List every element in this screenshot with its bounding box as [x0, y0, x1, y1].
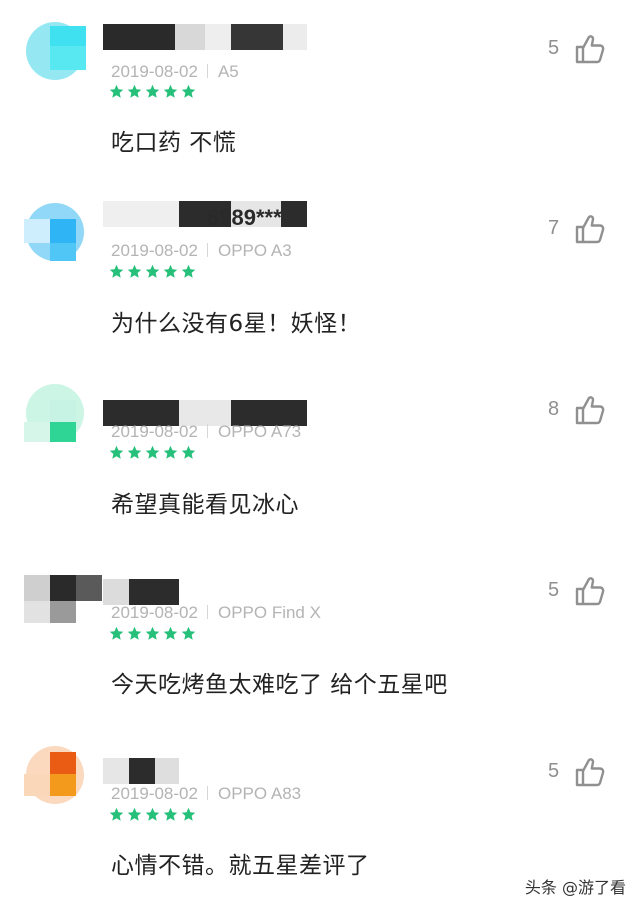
star-icon	[127, 626, 142, 640]
device-name: A5	[217, 62, 239, 81]
thumbs-up-icon[interactable]	[574, 213, 606, 245]
username-redacted	[103, 579, 179, 605]
star-icon	[109, 626, 124, 640]
like-count: 7	[548, 217, 560, 239]
avatar[interactable]	[24, 380, 102, 442]
thumbs-up-icon[interactable]	[574, 394, 606, 426]
username-redacted: 6989***	[103, 201, 307, 230]
like-button[interactable]: 5	[548, 575, 618, 609]
star-icon	[163, 807, 178, 821]
star-rating	[109, 264, 196, 279]
review-text: 今天吃烤鱼太难吃了 给个五星吧	[111, 672, 448, 698]
star-icon	[145, 626, 160, 640]
review-text: 希望真能看见冰心	[111, 492, 299, 518]
review-item: 2019-08-02 OPPO A73 希望真能看见冰心 8	[0, 362, 640, 543]
star-icon	[127, 264, 142, 278]
device-name: OPPO A83	[217, 784, 302, 803]
review-meta: 2019-08-02 OPPO A83	[111, 784, 301, 804]
divider	[206, 243, 208, 257]
like-button[interactable]: 5	[548, 756, 618, 790]
star-rating	[109, 445, 196, 460]
like-count: 5	[548, 760, 560, 782]
star-icon	[145, 84, 160, 98]
star-icon	[163, 626, 178, 640]
star-icon	[181, 626, 196, 640]
review-date: 2019-08-02	[111, 241, 198, 260]
like-count: 8	[548, 398, 560, 420]
avatar[interactable]	[24, 199, 102, 261]
star-icon	[181, 807, 196, 821]
thumbs-up-icon[interactable]	[574, 33, 606, 65]
thumbs-up-icon[interactable]	[574, 575, 606, 607]
star-icon	[163, 84, 178, 98]
device-name: OPPO A73	[217, 422, 302, 441]
star-icon	[127, 445, 142, 459]
divider	[206, 424, 208, 438]
device-name: OPPO A3	[217, 241, 292, 260]
review-text: 为什么没有6星！妖怪！	[111, 311, 362, 337]
review-item: 2019-08-02 OPPO Find X 今天吃烤鱼太难吃了 给个五星吧 5	[0, 543, 640, 724]
review-text: 心情不错。就五星差评了	[111, 853, 370, 879]
divider	[206, 64, 208, 78]
avatar[interactable]	[24, 742, 102, 804]
device-name: OPPO Find X	[217, 603, 321, 622]
like-button[interactable]: 8	[548, 394, 618, 428]
thumbs-up-icon[interactable]	[574, 756, 606, 788]
username-redacted	[103, 24, 307, 50]
like-count: 5	[548, 37, 560, 59]
star-icon	[127, 807, 142, 821]
star-rating	[109, 626, 196, 641]
avatar[interactable]	[24, 18, 102, 80]
review-item: 2019-08-02 A5 吃口药 不慌 5	[0, 0, 640, 181]
star-icon	[163, 445, 178, 459]
username-redacted	[103, 758, 179, 784]
like-count: 5	[548, 579, 560, 601]
like-button[interactable]: 5	[548, 33, 618, 67]
divider	[206, 786, 208, 800]
review-date: 2019-08-02	[111, 603, 198, 622]
star-icon	[145, 807, 160, 821]
star-rating	[109, 84, 196, 99]
review-meta: 2019-08-02 A5	[111, 62, 239, 82]
review-date: 2019-08-02	[111, 422, 198, 441]
star-icon	[163, 264, 178, 278]
star-icon	[109, 445, 124, 459]
star-icon	[109, 84, 124, 98]
review-date: 2019-08-02	[111, 784, 198, 803]
avatar[interactable]	[24, 561, 102, 623]
review-text: 吃口药 不慌	[111, 130, 237, 156]
star-icon	[127, 84, 142, 98]
star-icon	[109, 807, 124, 821]
username-fragment: 6989***	[207, 205, 282, 230]
star-rating	[109, 807, 196, 822]
star-icon	[145, 445, 160, 459]
star-icon	[145, 264, 160, 278]
review-meta: 2019-08-02 OPPO A73	[111, 422, 301, 442]
review-meta: 2019-08-02 OPPO A3	[111, 241, 292, 261]
review-meta: 2019-08-02 OPPO Find X	[111, 603, 321, 623]
star-icon	[109, 264, 124, 278]
star-icon	[181, 445, 196, 459]
review-item: 6989*** 2019-08-02 OPPO A3 为什么没有6星！妖怪！ 7	[0, 181, 640, 362]
watermark: 头条 @游了看	[524, 878, 626, 897]
divider	[206, 605, 208, 619]
like-button[interactable]: 7	[548, 213, 618, 247]
star-icon	[181, 264, 196, 278]
review-date: 2019-08-02	[111, 62, 198, 81]
star-icon	[181, 84, 196, 98]
